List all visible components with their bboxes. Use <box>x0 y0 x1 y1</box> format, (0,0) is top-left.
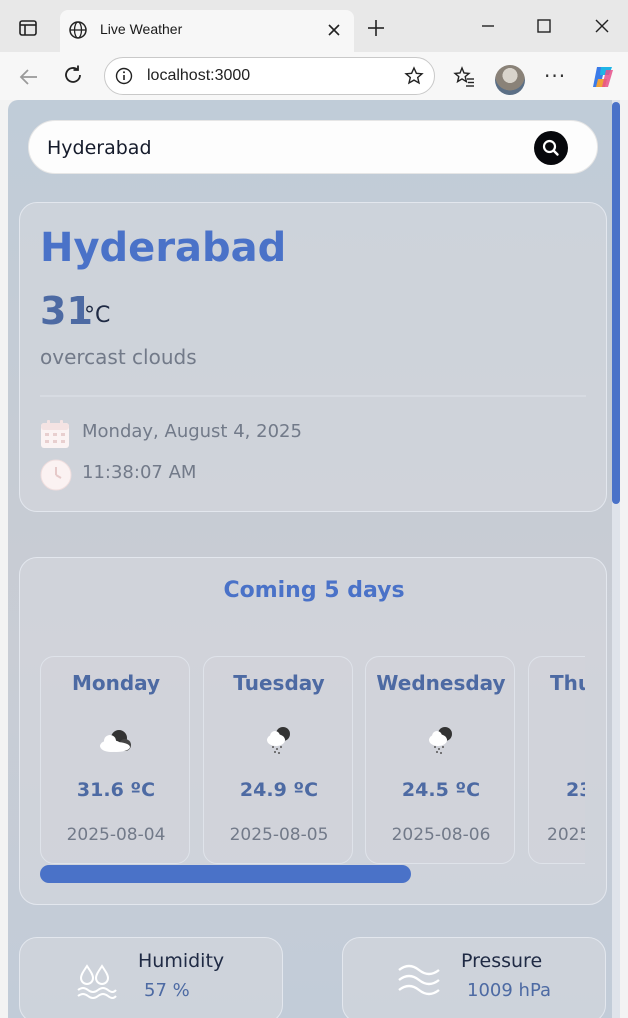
rain-cloud-icon <box>429 727 452 754</box>
forecast-day-name: Monday <box>71 671 161 695</box>
copilot-icon[interactable] <box>588 62 618 92</box>
forecast-day-temp: 31.6 ºC <box>76 779 156 801</box>
temperature-unit: °C <box>84 303 111 328</box>
forecast-day-card: Thu 23 2025 <box>528 656 585 864</box>
forecast-card: Coming 5 days Monday 31.6 ºC 2025-08-04 … <box>19 557 607 905</box>
tab-actions-icon[interactable] <box>18 18 38 38</box>
favorite-star-icon[interactable] <box>404 66 424 86</box>
forecast-day-name: Thu <box>550 671 585 695</box>
site-info-icon[interactable] <box>115 67 133 85</box>
close-window-icon[interactable] <box>592 16 612 36</box>
new-tab-icon[interactable] <box>366 18 386 38</box>
favorites-icon[interactable] <box>453 66 475 88</box>
cloud-icon <box>100 730 131 752</box>
forecast-day-name: Wednesday <box>376 671 506 695</box>
page-viewport: Hyderabad 31 °C overcast clouds Monday, … <box>8 100 620 1018</box>
forecast-title: Coming 5 days <box>223 578 405 603</box>
globe-icon <box>69 21 87 39</box>
humidity-label: Humidity <box>138 950 225 972</box>
pressure-label: Pressure <box>461 950 543 972</box>
forecast-day-temp: 23 <box>566 779 585 801</box>
calendar-icon <box>41 420 69 448</box>
forecast-day-date: 2025-08-04 <box>66 825 166 845</box>
city-name: Hyderabad <box>40 225 287 271</box>
profile-avatar[interactable] <box>495 65 525 95</box>
current-date: Monday, August 4, 2025 <box>82 421 302 442</box>
forecast-day-date: 2025-08-06 <box>391 825 491 845</box>
back-arrow-icon[interactable] <box>18 66 40 88</box>
current-weather-card: Hyderabad 31 °C overcast clouds Monday, … <box>19 202 607 512</box>
browser-tab-bar: Live Weather <box>0 0 628 52</box>
address-text: localhost:3000 <box>147 67 251 84</box>
city-search-input[interactable] <box>47 135 497 161</box>
forecast-day-card: Tuesday 24.9 ºC 2025-08-05 <box>203 656 353 864</box>
page-scrollbar-thumb[interactable] <box>612 102 620 504</box>
tab-title: Live Weather <box>100 21 183 37</box>
clock-icon <box>40 459 72 491</box>
browser-tab[interactable]: Live Weather <box>60 10 354 52</box>
search-button[interactable] <box>534 131 568 165</box>
maximize-icon[interactable] <box>534 16 554 36</box>
minimize-icon[interactable] <box>478 16 498 36</box>
forecast-scrollbar-thumb[interactable] <box>40 865 411 883</box>
pressure-card: Pressure 1009 hPa <box>342 937 606 1018</box>
forecast-day-date: 2025 <box>547 825 585 845</box>
more-menu-icon[interactable]: ··· <box>544 64 566 88</box>
forecast-day-temp: 24.5 ºC <box>401 779 481 801</box>
forecast-day-card: Wednesday 24.5 ºC 2025-08-06 <box>365 656 515 864</box>
divider <box>40 395 586 397</box>
wind-waves-icon <box>398 964 440 996</box>
water-drops-icon <box>77 964 117 999</box>
reload-icon[interactable] <box>62 64 84 86</box>
forecast-strip[interactable]: Monday 31.6 ºC 2025-08-04 Tuesday 24.9 º… <box>40 656 585 868</box>
weather-description: overcast clouds <box>40 345 197 369</box>
address-bar[interactable]: localhost:3000 <box>104 57 435 95</box>
forecast-day-date: 2025-08-05 <box>229 825 329 845</box>
pressure-value: 1009 hPa <box>467 980 552 1001</box>
browser-toolbar: localhost:3000 ··· <box>0 52 628 100</box>
humidity-value: 57 % <box>144 980 190 1001</box>
rain-cloud-icon <box>267 727 290 754</box>
close-tab-icon[interactable] <box>324 20 344 40</box>
search-icon <box>542 139 559 156</box>
humidity-card: Humidity 57 % <box>19 937 283 1018</box>
search-bar <box>28 120 598 174</box>
forecast-day-card: Monday 31.6 ºC 2025-08-04 <box>40 656 190 864</box>
forecast-day-name: Tuesday <box>233 671 325 695</box>
current-time: 11:38:07 AM <box>82 462 197 483</box>
forecast-day-temp: 24.9 ºC <box>239 779 319 801</box>
page-scrollbar[interactable] <box>612 100 620 1018</box>
